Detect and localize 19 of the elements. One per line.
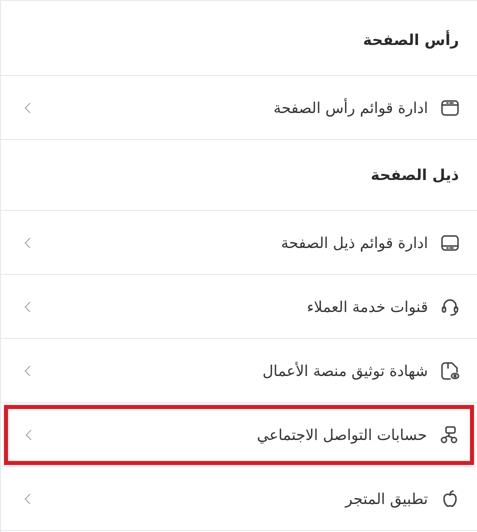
menu-item-label: تطبيق المتجر xyxy=(344,490,428,508)
highlighted-menu-item[interactable]: حسابات التواصل الاجتماعي xyxy=(2,403,476,467)
menu-item-label: قنوات خدمة العملاء xyxy=(306,298,428,316)
network-nodes-icon xyxy=(439,424,459,444)
menu-item[interactable]: تطبيق المتجر xyxy=(1,467,477,531)
footer-layout-icon xyxy=(440,232,460,252)
certificate-eye-icon xyxy=(440,360,460,380)
section-heading: ذيل الصفحة xyxy=(370,166,459,184)
menu-item[interactable]: ادارة قوائم ذيل الصفحة xyxy=(1,211,477,275)
menu-item-label: حسابات التواصل الاجتماعي xyxy=(256,426,427,444)
menu-item[interactable]: شهادة توثيق منصة الأعمال xyxy=(1,339,477,403)
menu-item-label: ادارة قوائم ذيل الصفحة xyxy=(280,234,428,252)
menu-item-label: شهادة توثيق منصة الأعمال xyxy=(262,362,428,380)
header-layout-icon xyxy=(440,98,460,118)
headset-icon xyxy=(440,296,460,316)
menu-item[interactable]: ادارة قوائم رأس الصفحة xyxy=(1,76,477,140)
menu-item-label: ادارة قوائم رأس الصفحة xyxy=(272,98,428,116)
menu-item[interactable]: قنوات خدمة العملاء xyxy=(1,275,477,339)
section-heading: رأس الصفحة xyxy=(363,31,459,49)
